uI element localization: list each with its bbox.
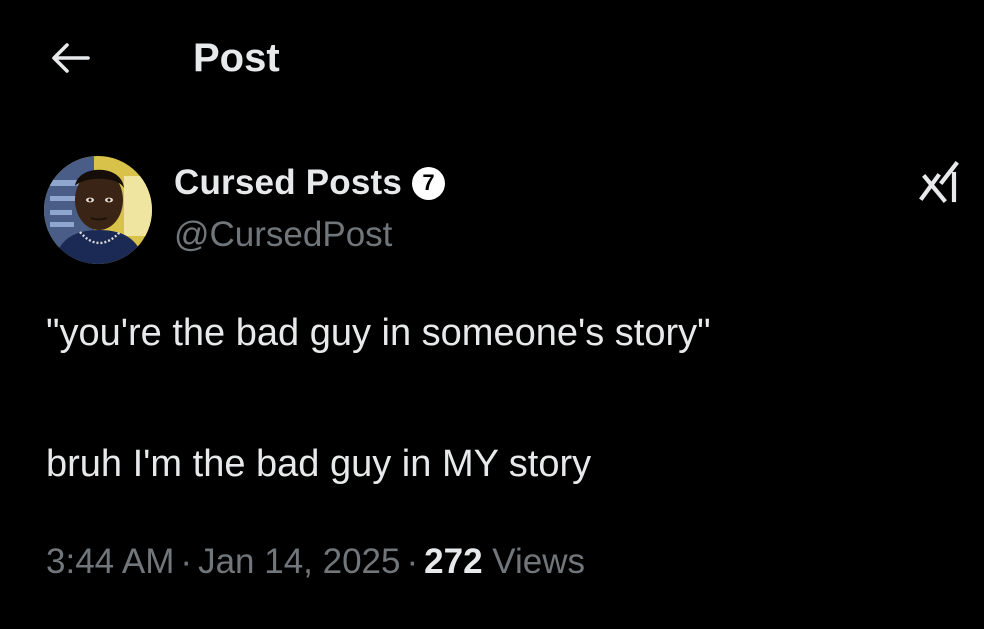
user-avatar xyxy=(44,156,152,264)
badge-count: 7 xyxy=(412,166,446,200)
meta-separator: · xyxy=(406,542,419,581)
author-name-row: Cursed Posts 7 xyxy=(174,160,446,206)
post-text-line-1: "you're the bad guy in someone's story" xyxy=(46,312,711,354)
grok-button[interactable] xyxy=(914,156,966,208)
grok-icon xyxy=(919,161,959,203)
meta-separator: · xyxy=(180,542,193,581)
author-name[interactable]: Cursed Posts xyxy=(174,163,402,203)
views-label: Views xyxy=(492,542,586,581)
author-handle[interactable]: @CursedPost xyxy=(174,212,392,258)
back-button[interactable] xyxy=(44,36,96,80)
page-title: Post xyxy=(193,36,280,80)
avatar[interactable] xyxy=(44,156,152,264)
post-date[interactable]: Jan 14, 2025 xyxy=(198,542,400,581)
post-time[interactable]: 3:44 AM xyxy=(46,542,174,581)
post-metadata: 3:44 AM · Jan 14, 2025 · 272 Views xyxy=(46,539,585,585)
arrow-left-icon xyxy=(52,43,90,73)
post-text-line-2: bruh I'm the bad guy in MY story xyxy=(46,443,592,485)
top-bar: Post xyxy=(0,0,984,118)
views-count[interactable]: 272 xyxy=(424,542,482,581)
